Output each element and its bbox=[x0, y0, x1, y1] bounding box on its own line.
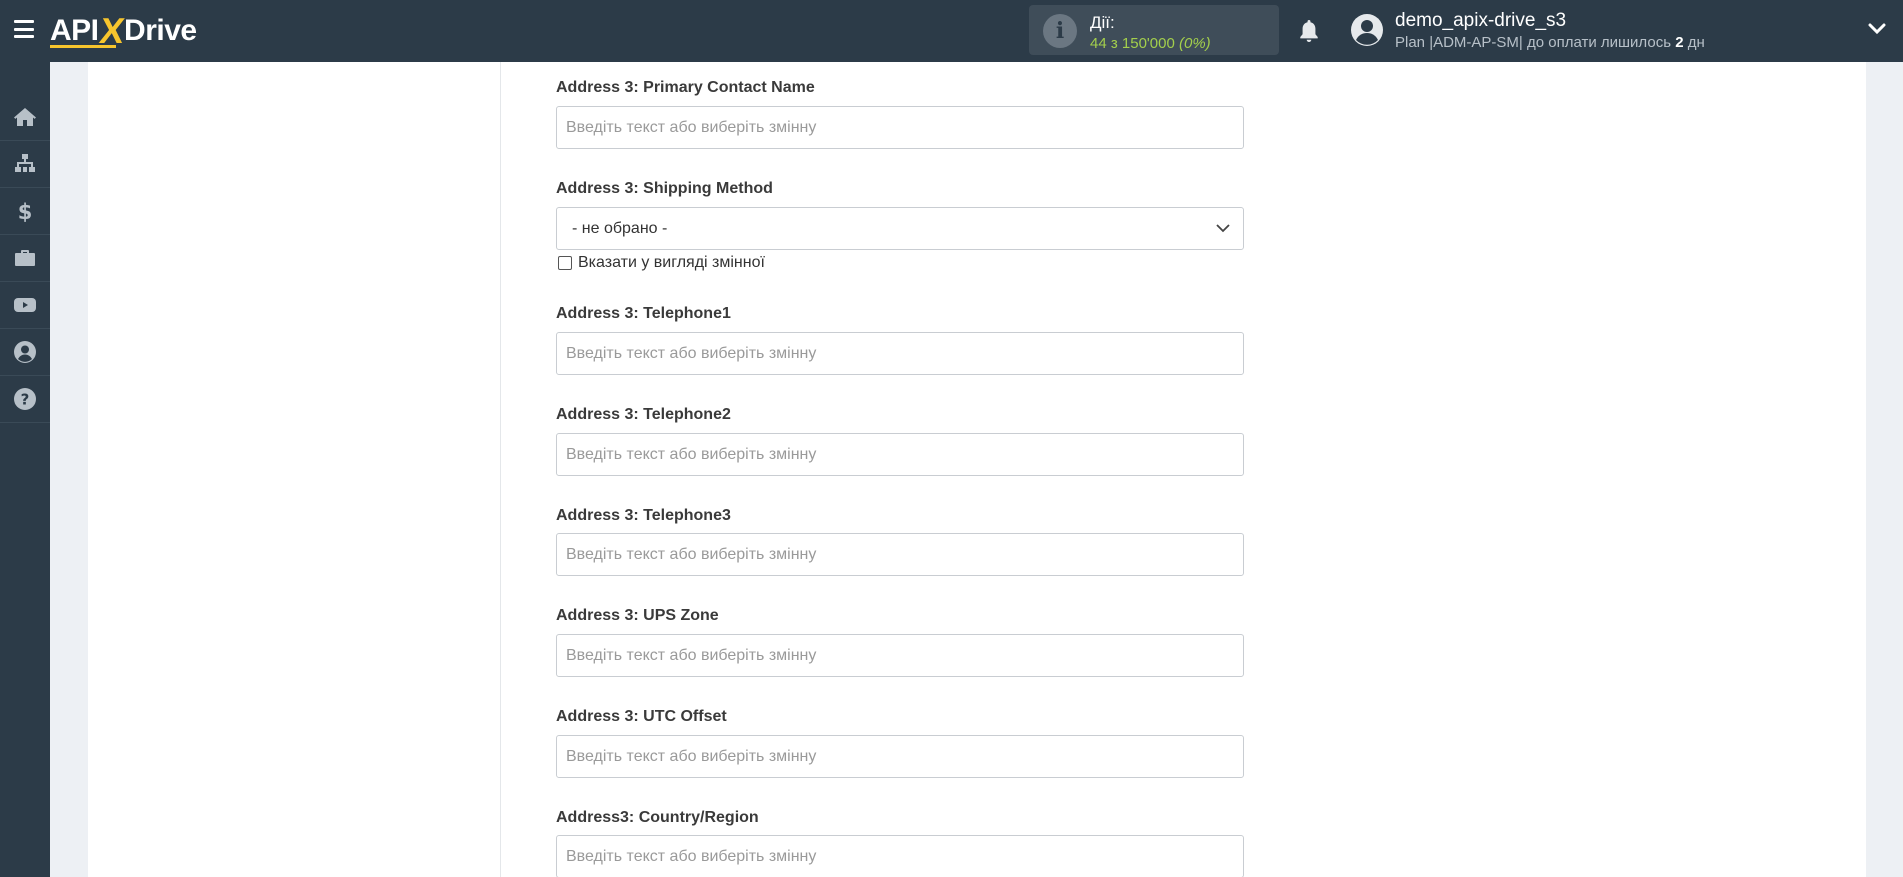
country-region-input[interactable] bbox=[556, 835, 1244, 877]
primary-contact-name-input[interactable] bbox=[556, 106, 1244, 149]
sitemap-icon bbox=[15, 154, 35, 172]
sidebar-item-profile[interactable] bbox=[0, 329, 50, 376]
svg-text:$: $ bbox=[18, 200, 33, 223]
field-label-primary-contact-name: Address 3: Primary Contact Name bbox=[556, 79, 815, 96]
field-label-ups-zone: Address 3: UPS Zone bbox=[556, 607, 719, 624]
field-label-utc-offset: Address 3: UTC Offset bbox=[556, 708, 727, 725]
dollar-icon: $ bbox=[18, 200, 33, 223]
logo-part-drive: Drive bbox=[124, 14, 197, 47]
as-variable-checkbox[interactable] bbox=[558, 256, 572, 270]
bell-icon[interactable] bbox=[1298, 18, 1320, 44]
menu-icon[interactable] bbox=[14, 20, 34, 38]
plan-days: 2 bbox=[1675, 34, 1684, 51]
user-icon bbox=[14, 341, 36, 363]
sidebar-item-help[interactable]: ? bbox=[0, 376, 50, 423]
info-icon: i bbox=[1043, 14, 1077, 48]
user-name[interactable]: demo_apix-drive_s3 bbox=[1395, 10, 1566, 32]
telephone3-input[interactable] bbox=[556, 533, 1244, 576]
briefcase-icon bbox=[15, 250, 35, 266]
sidebar-item-videos[interactable] bbox=[0, 282, 50, 329]
actions-count: 44 з 150'000 (0%) bbox=[1090, 35, 1211, 52]
help-icon: ? bbox=[14, 388, 36, 410]
actions-label: Дії: bbox=[1090, 13, 1115, 32]
user-plan: Plan |ADM-AP-SM| до оплати лишилось 2 дн bbox=[1395, 34, 1705, 51]
shipping-method-select[interactable]: - не обрано - bbox=[556, 207, 1244, 250]
as-variable-label: Вказати у вигляді змінної bbox=[578, 254, 765, 271]
logo-part-api: API bbox=[50, 14, 99, 47]
youtube-icon bbox=[14, 298, 36, 312]
logo-underline bbox=[50, 45, 116, 48]
actions-counter[interactable]: i Дії: 44 з 150'000 (0%) bbox=[1029, 5, 1279, 55]
field-label-shipping-method: Address 3: Shipping Method bbox=[556, 180, 773, 197]
field-label-telephone1: Address 3: Telephone1 bbox=[556, 305, 731, 322]
plan-prefix: Plan |ADM-AP-SM| до оплати лишилось bbox=[1395, 34, 1676, 51]
actions-count-value: 44 з 150'000 bbox=[1090, 35, 1175, 52]
field-label-telephone2: Address 3: Telephone2 bbox=[556, 406, 731, 423]
utc-offset-input[interactable] bbox=[556, 735, 1244, 778]
home-icon bbox=[14, 108, 36, 126]
telephone2-input[interactable] bbox=[556, 433, 1244, 476]
shipping-method-value: - не обрано - bbox=[572, 219, 668, 237]
svg-text:?: ? bbox=[21, 391, 30, 409]
field-label-telephone3: Address 3: Telephone3 bbox=[556, 507, 731, 524]
as-variable-checkbox-row[interactable]: Вказати у вигляді змінної bbox=[558, 254, 765, 272]
ups-zone-input[interactable] bbox=[556, 634, 1244, 677]
apix-drive-logo[interactable]: API X Drive bbox=[50, 10, 197, 51]
sidebar-item-projects[interactable] bbox=[0, 235, 50, 282]
avatar[interactable] bbox=[1350, 13, 1384, 47]
column-divider bbox=[500, 62, 501, 877]
field-label-country-region: Address3: Country/Region bbox=[556, 809, 759, 826]
sidebar-item-home[interactable] bbox=[0, 94, 50, 141]
sidebar-item-billing[interactable]: $ bbox=[0, 188, 50, 235]
telephone1-input[interactable] bbox=[556, 332, 1244, 375]
sidebar: $ ? bbox=[0, 62, 50, 877]
plan-suffix: дн bbox=[1683, 34, 1705, 51]
top-bar: API X Drive i Дії: 44 з 150'000 (0%) demo_… bbox=[0, 0, 1903, 62]
sidebar-item-connections[interactable] bbox=[0, 141, 50, 188]
chevron-down-icon[interactable] bbox=[1868, 22, 1886, 36]
chevron-down-icon bbox=[1216, 224, 1230, 233]
actions-percent: (0%) bbox=[1179, 35, 1211, 52]
